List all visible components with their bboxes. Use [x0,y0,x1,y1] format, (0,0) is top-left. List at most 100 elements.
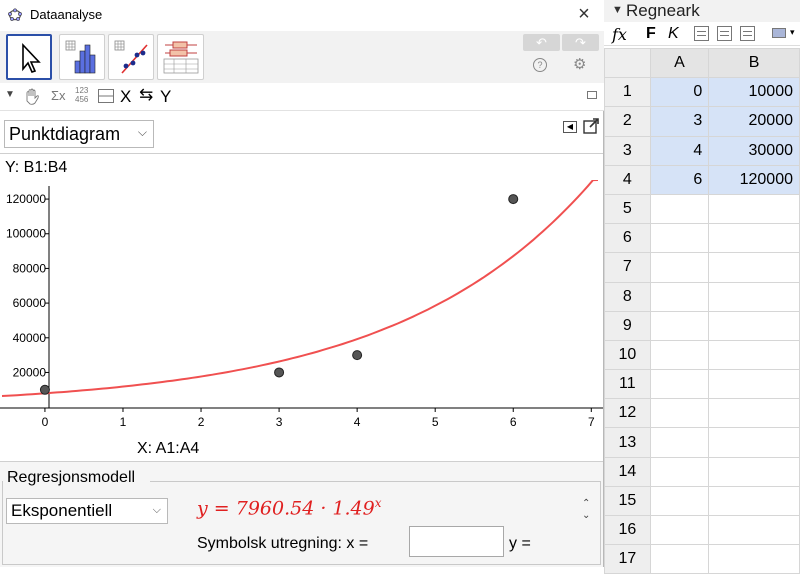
input-bar-toggle-icon[interactable]: fx [612,25,627,44]
data-table-toggle-icon[interactable]: 123 456 [75,86,88,104]
align-right-icon[interactable] [740,26,755,41]
table-row: 9 [604,310,800,341]
cell-b[interactable] [708,281,800,312]
cell-a[interactable]: 3 [649,106,710,137]
align-center-icon[interactable] [717,26,732,41]
collapse-toolbar-icon[interactable]: ▼ [5,89,15,100]
cell-a[interactable] [649,223,710,254]
row-header[interactable]: 4 [604,164,651,195]
decimals-spinner[interactable]: ⌃ ⌄ [582,498,590,522]
cell-b[interactable] [708,427,800,458]
cell-a[interactable] [649,427,710,458]
cell-b[interactable] [708,339,800,371]
cell-b[interactable] [708,456,800,487]
cell-b[interactable] [708,310,800,341]
background-color-icon[interactable] [772,28,786,38]
plot-axes [0,186,603,409]
cell-a[interactable] [649,369,710,400]
select-tool-button[interactable] [6,34,52,80]
row-header[interactable]: 10 [604,339,651,371]
table-row: 3 4 30000 [604,135,800,166]
row-header[interactable]: 15 [604,485,651,517]
cell-a[interactable] [649,456,710,487]
table-row: 1 0 10000 [604,77,800,108]
row-header[interactable]: 2 [604,106,651,137]
swap-xy-icon[interactable]: ⇆ [139,85,153,105]
regression-model-dropdown[interactable]: Eksponentiell ⌵ [6,498,168,524]
cell-b[interactable]: 20000 [708,106,800,137]
row-header[interactable]: 17 [604,544,651,574]
cell-b[interactable] [708,544,800,574]
chart-type-dropdown[interactable]: Punktdiagram ⌵ [4,120,154,148]
settings-gear-icon[interactable]: ⚙ [573,55,586,73]
cell-a[interactable] [649,544,710,574]
cell-b[interactable] [708,369,800,400]
symbolic-x-input[interactable] [409,526,504,557]
row-header[interactable]: 12 [604,398,651,429]
cell-a[interactable]: 6 [649,164,710,195]
column-header-b[interactable]: B [708,47,800,79]
bold-button[interactable]: F [646,25,656,43]
cell-a[interactable] [649,514,710,546]
collapse-spreadsheet-icon[interactable]: ▼ [612,4,623,16]
cell-b[interactable] [708,398,800,429]
popout-window-icon[interactable] [583,118,599,134]
spinner-up-icon[interactable]: ⌃ [582,498,590,510]
cell-a[interactable]: 0 [649,77,710,108]
row-header[interactable]: 3 [604,135,651,166]
scatter-plot[interactable]: 0 1 2 3 4 5 6 7 20000 40000 60000 80000 100000 120000 [0,180,603,436]
cell-b[interactable] [708,514,800,546]
data-point[interactable] [508,194,519,205]
row-header[interactable]: 6 [604,223,651,254]
row-header[interactable]: 9 [604,310,651,341]
collapse-panel-icon[interactable]: ◀ [563,121,577,133]
close-button[interactable]: × [572,3,596,27]
cell-a[interactable]: 4 [649,135,710,166]
regression-formula: y = 7960.54 · 1.49x [197,496,382,520]
row-header[interactable]: 7 [604,252,651,283]
table-row: 14 [604,456,800,487]
undo-button[interactable]: ↶ [523,34,560,51]
cell-b[interactable] [708,223,800,254]
two-plots-toggle-icon[interactable] [98,89,114,103]
histogram-tool-button[interactable] [59,34,105,80]
cell-a[interactable] [649,281,710,312]
cell-b[interactable] [708,252,800,283]
row-header[interactable]: 16 [604,514,651,546]
cell-b[interactable] [708,193,800,225]
row-header[interactable]: 8 [604,281,651,312]
y-variable-caption: Y: B1:B4 [5,159,68,176]
cell-b[interactable]: 10000 [708,77,800,108]
align-left-icon[interactable] [694,26,709,41]
scatter-tool-button[interactable] [108,34,154,80]
row-header[interactable]: 13 [604,427,651,458]
spinner-down-icon[interactable]: ⌄ [582,510,590,522]
cell-b[interactable]: 30000 [708,135,800,166]
redo-button[interactable]: ↷ [562,34,599,51]
row-header[interactable]: 11 [604,369,651,400]
cell-a[interactable] [649,485,710,517]
data-point[interactable] [352,350,363,361]
italic-button[interactable]: K [668,25,679,43]
row-header[interactable]: 14 [604,456,651,487]
column-header-a[interactable]: A [649,47,710,79]
boxplot-tool-button[interactable] [157,34,204,80]
cell-b[interactable]: 120000 [708,164,800,195]
close-icon: × [578,3,590,25]
cell-a[interactable] [649,252,710,283]
restore-view-icon[interactable] [587,91,597,99]
cell-a[interactable] [649,339,710,371]
cell-b[interactable] [708,485,800,517]
row-header[interactable]: 5 [604,193,651,225]
statistics-toggle-icon[interactable]: Σx [51,88,66,103]
data-point[interactable] [274,367,285,378]
help-icon[interactable]: ? [533,58,547,72]
cell-a[interactable] [649,310,710,341]
cell-a[interactable] [649,193,710,225]
hand-move-icon[interactable] [23,88,43,106]
chevron-down-icon[interactable]: ▾ [790,27,795,38]
row-header[interactable]: 1 [604,77,651,108]
data-point[interactable] [39,384,50,395]
cell-a[interactable] [649,398,710,429]
grid-corner[interactable] [604,47,651,79]
